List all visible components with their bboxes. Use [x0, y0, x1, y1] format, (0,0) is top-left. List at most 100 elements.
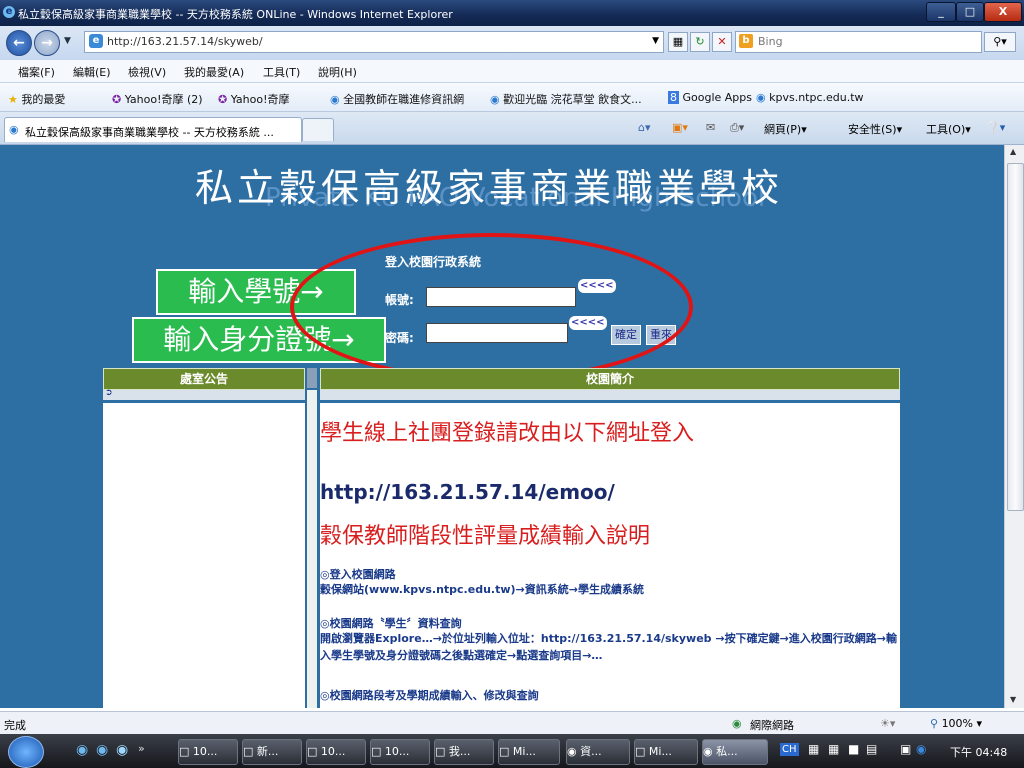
refresh-icon[interactable]: ↻	[690, 32, 710, 52]
status-text: 完成	[4, 719, 26, 732]
taskbar-item-outlook[interactable]: □ Mi...	[634, 739, 698, 765]
menu-favorites[interactable]: 我的最愛(A)	[184, 64, 244, 80]
notice-url-link[interactable]: http://163.21.57.14/emoo/	[320, 480, 615, 504]
address-dropdown-icon[interactable]: ▼	[652, 36, 659, 46]
ime-icon[interactable]: ▦	[808, 742, 819, 756]
close-button[interactable]: X	[984, 2, 1022, 22]
tools-menu[interactable]: 工具(O)▾	[926, 121, 971, 137]
help-icon[interactable]: ❔▾	[986, 121, 1005, 134]
left-panel-subbar: ➲	[103, 388, 305, 400]
quicklaunch-more-icon[interactable]: »	[138, 742, 145, 755]
scrollbar-thumb[interactable]	[1007, 163, 1024, 511]
page-menu[interactable]: 網頁(P)▾	[764, 121, 807, 137]
minimize-button[interactable]: _	[926, 2, 956, 22]
star-icon: ★	[8, 93, 18, 106]
compatibility-icon[interactable]: ▦	[668, 32, 688, 52]
tab-active[interactable]: ◉ 私立穀保高級家事商業職業學校 -- 天方校務系統 ...	[4, 117, 302, 142]
new-tab-button[interactable]	[302, 118, 334, 141]
quicklaunch-ie-icon[interactable]: ◉	[76, 742, 88, 758]
ie-page-icon: ◉	[330, 93, 340, 106]
favorite-item-yahoo-2[interactable]: ✪ Yahoo!奇摩 (2)	[112, 91, 203, 107]
favorite-item-kpvs[interactable]: ◉ kpvs.ntpc.edu.tw	[756, 91, 864, 104]
task-label: 資...	[580, 745, 602, 758]
section-grades-head: ◎校園網路段考及學期成績輸入、修改與查詢	[320, 689, 539, 702]
quicklaunch-ie2-icon[interactable]: ◉	[96, 742, 108, 758]
volume-icon[interactable]: ◉	[916, 742, 926, 756]
middle-strip	[307, 390, 317, 708]
zoom-control[interactable]: ⚲ 100% ▾	[930, 717, 982, 730]
favorite-item-huanhua[interactable]: ◉ 歡迎光臨 浣花草堂 飲食文...	[490, 91, 642, 107]
window-title-bar: e 私立穀保高級家事商業職業學校 -- 天方校務系統 ONLine - Wind…	[0, 0, 1024, 26]
safety-menu[interactable]: 安全性(S)▾	[848, 121, 902, 137]
section-login-text: 穀保網站(www.kpvs.ntpc.edu.tw)→資訊系統→學生成績系統	[320, 583, 644, 596]
right-panel-body: 學生線上社團登錄請改由以下網址登入 http://163.21.57.14/em…	[320, 403, 900, 708]
quicklaunch-app-icon[interactable]: ◉	[116, 742, 128, 758]
favorite-item-teacher-training[interactable]: ◉ 全國教師在職進修資訊網	[330, 91, 464, 107]
start-button[interactable]	[8, 736, 44, 768]
school-name: 私立穀保高級家事商業職業學校	[195, 166, 784, 210]
ime-mode-icon[interactable]: ▦	[828, 742, 839, 756]
back-button[interactable]: ←	[6, 30, 32, 56]
stop-icon[interactable]: ✕	[712, 32, 732, 52]
address-url[interactable]: http://163.21.57.14/skyweb/	[107, 35, 263, 48]
task-label: 我...	[448, 745, 471, 758]
vertical-scrollbar[interactable]: ▲ ▼	[1004, 145, 1024, 708]
window-title: 私立穀保高級家事商業職業學校 -- 天方校務系統 ONLine - Window…	[18, 8, 453, 21]
favorite-item-google-apps[interactable]: 8 Google Apps	[668, 91, 752, 104]
taskbar: ◉ ◉ ◉ » □ 10... □ 新... □ 10... □ 10... □…	[0, 734, 1024, 768]
favorite-label: Yahoo!奇摩	[230, 93, 290, 106]
right-panel-subbar	[320, 390, 900, 400]
forward-button[interactable]: →	[34, 30, 60, 56]
tab-row: ◉ 私立穀保高級家事商業職業學校 -- 天方校務系統 ... ⌂▾ ▣▾ ✉ ⎙…	[0, 112, 1024, 145]
ie-page-icon: ◉	[756, 91, 766, 104]
internet-zone-icon: ◉	[732, 717, 742, 730]
task-label: 10...	[384, 745, 410, 758]
search-box[interactable]: b Bing	[735, 31, 982, 53]
favorites-bar: ★ 我的最愛 ✪ Yahoo!奇摩 (2) ✪ Yahoo!奇摩 ◉ 全國教師在…	[0, 83, 1024, 112]
print-icon[interactable]: ⎙▾	[730, 121, 744, 135]
left-panel-body	[103, 403, 305, 708]
menu-help[interactable]: 說明(H)	[318, 64, 357, 80]
home-icon[interactable]: ⌂▾	[638, 121, 651, 134]
zone-label: 網際網路	[750, 719, 794, 732]
maximize-button[interactable]: □	[956, 2, 984, 22]
menu-tools[interactable]: 工具(T)	[263, 64, 300, 80]
task-label: 私...	[716, 745, 738, 758]
protected-mode-icon[interactable]: ☀▾	[880, 717, 895, 730]
page-icon: e	[89, 34, 103, 48]
ime-tool-icon[interactable]: ■	[848, 742, 859, 756]
scroll-up-icon[interactable]: ▲	[1010, 147, 1016, 156]
section-login-head: ◎登入校園網路	[320, 568, 396, 581]
language-indicator[interactable]: CH	[780, 743, 799, 756]
taskbar-item-folder[interactable]: □ 10...	[178, 739, 238, 765]
taskbar-item-doc2[interactable]: □ 10...	[370, 739, 430, 765]
taskbar-item-ie-info[interactable]: ◉ 資...	[566, 739, 630, 765]
ie-page-icon: ◉	[9, 123, 19, 136]
taskbar-item-new[interactable]: □ 新...	[242, 739, 302, 765]
ie-page-icon: ◉	[490, 93, 500, 106]
search-icon[interactable]: ⚲▾	[984, 32, 1016, 52]
favorite-item-yahoo[interactable]: ✪ Yahoo!奇摩	[218, 91, 290, 107]
scroll-down-icon[interactable]: ▼	[1010, 695, 1016, 704]
feeds-icon[interactable]: ▣▾	[672, 121, 688, 134]
menu-edit[interactable]: 編輯(E)	[73, 64, 111, 80]
arrow-icon[interactable]: ➲	[105, 388, 113, 398]
taskbar-item-ie-active[interactable]: ◉ 私...	[702, 739, 768, 765]
network-icon[interactable]: ▣	[900, 742, 911, 756]
taskbar-item-excel[interactable]: □ Mi...	[498, 739, 560, 765]
menu-view[interactable]: 檢視(V)	[128, 64, 166, 80]
status-bar: 完成 ◉ 網際網路 ☀▾ ⚲ 100% ▾	[0, 711, 1024, 734]
address-bar[interactable]: e http://163.21.57.14/skyweb/ ▼	[84, 31, 664, 53]
right-panel-header: 校園簡介	[320, 368, 900, 390]
menu-file[interactable]: 檔案(F)	[18, 64, 55, 80]
history-dropdown-icon[interactable]: ▼	[64, 36, 71, 46]
clock[interactable]: 下午 04:48	[950, 744, 1007, 760]
favorites-button[interactable]: ★ 我的最愛	[8, 91, 65, 107]
favorite-label: Google Apps	[682, 91, 753, 104]
bing-icon: b	[739, 34, 753, 48]
mail-icon[interactable]: ✉	[706, 121, 715, 134]
search-placeholder[interactable]: Bing	[758, 35, 783, 48]
taskbar-item-doc1[interactable]: □ 10...	[306, 739, 366, 765]
taskbar-item-me[interactable]: □ 我...	[434, 739, 494, 765]
ime-menu-icon[interactable]: ▤	[866, 742, 877, 756]
